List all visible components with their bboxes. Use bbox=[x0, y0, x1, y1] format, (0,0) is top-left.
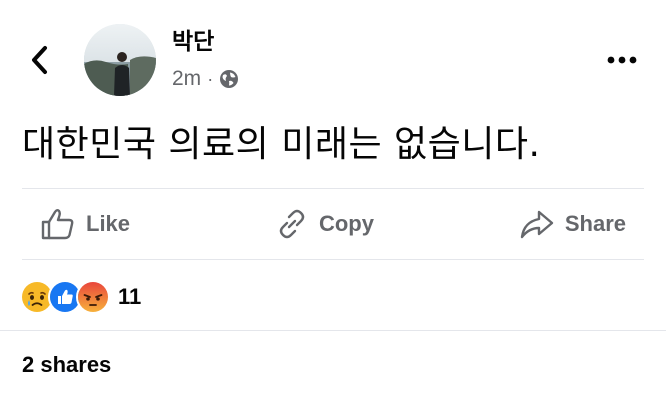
divider-top bbox=[22, 188, 644, 189]
link-icon bbox=[279, 209, 305, 239]
meta-separator: · bbox=[207, 68, 214, 89]
like-label: Like bbox=[86, 211, 131, 236]
share-arrow-icon bbox=[520, 210, 554, 239]
more-dots-icon bbox=[607, 56, 637, 64]
avatar[interactable] bbox=[84, 24, 156, 96]
chevron-left-icon bbox=[32, 46, 47, 74]
post-meta: 2m · bbox=[172, 64, 239, 94]
back-button[interactable] bbox=[26, 44, 54, 76]
more-options-button[interactable] bbox=[604, 45, 640, 75]
divider-bottom bbox=[0, 330, 666, 331]
reactions-summary[interactable]: 11 bbox=[20, 280, 141, 314]
copy-button[interactable]: Copy bbox=[257, 198, 392, 250]
reaction-count: 11 bbox=[118, 284, 142, 309]
share-button[interactable]: Share bbox=[501, 198, 644, 250]
like-button[interactable]: Like bbox=[22, 198, 148, 250]
thumbs-up-icon bbox=[41, 209, 74, 240]
divider-middle bbox=[22, 259, 644, 260]
post-text: 대한민국 의료의 미래는 없습니다. bbox=[22, 124, 541, 165]
share-label: Share bbox=[564, 211, 626, 236]
post-time[interactable]: 2m bbox=[172, 67, 201, 91]
avatar-photo bbox=[84, 24, 156, 96]
angry-reaction-icon bbox=[76, 280, 110, 314]
action-bar: Like Copy Share bbox=[22, 190, 644, 258]
shares-count[interactable]: 2 shares bbox=[22, 352, 111, 378]
copy-label: Copy bbox=[318, 211, 374, 236]
author-name[interactable]: 박단 bbox=[172, 26, 214, 56]
globe-icon bbox=[219, 69, 239, 89]
post-header: 박단 2m · bbox=[0, 0, 666, 110]
